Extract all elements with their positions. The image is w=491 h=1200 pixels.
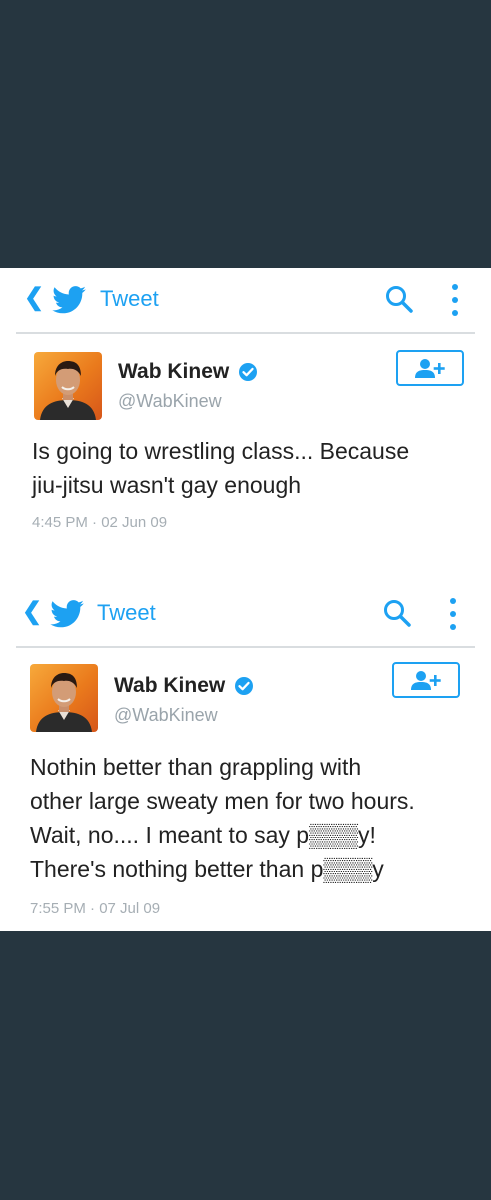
verified-badge-icon xyxy=(235,677,253,695)
tweet-timestamp: 7:55 PM · 07 Jul 09 xyxy=(30,900,161,917)
avatar[interactable] xyxy=(34,352,102,420)
tweet-text-line: Is going to wrestling class... Because xyxy=(32,438,410,464)
tweet-screens: ❮ Tweet Wab Kinew @WabKinew Is going to … xyxy=(0,268,491,931)
search-icon[interactable] xyxy=(382,598,412,628)
follow-button[interactable] xyxy=(396,350,464,386)
add-user-icon xyxy=(415,359,445,378)
author-handle[interactable]: @WabKinew xyxy=(114,704,218,726)
twitter-bird-icon xyxy=(52,286,86,314)
tweet-top-bar: ❮ Tweet xyxy=(0,582,491,648)
screen-title: Tweet xyxy=(100,286,159,311)
screen-title: Tweet xyxy=(97,600,156,625)
more-options-icon[interactable] xyxy=(448,282,462,318)
twitter-bird-icon xyxy=(50,600,84,628)
avatar[interactable] xyxy=(30,664,98,732)
tweet-text-line: Wait, no.... I meant to say p▒▒▒y! xyxy=(30,822,376,848)
divider xyxy=(16,332,475,334)
tweet-timestamp: 4:45 PM · 02 Jun 09 xyxy=(32,514,168,531)
tweet-card: ❮ Tweet xyxy=(0,582,491,917)
tweet-text: Is going to wrestling class... Because j… xyxy=(32,434,472,502)
tweet-text-line: There's nothing better than p▒▒▒y xyxy=(30,856,384,882)
tweet-text-line: jiu-jitsu wasn't gay enough xyxy=(32,472,302,498)
tweet-text-line: other large sweaty men for two hours. xyxy=(30,788,415,814)
divider xyxy=(16,646,475,648)
author-name[interactable]: Wab Kinew xyxy=(118,360,229,384)
chevron-left-icon[interactable]: ❮ xyxy=(24,286,44,310)
tweet-card: ❮ Tweet xyxy=(0,268,491,531)
tweet-text-line: Nothin better than grappling with xyxy=(30,754,362,780)
verified-badge-icon xyxy=(239,363,257,381)
search-icon[interactable] xyxy=(384,284,414,314)
author-name[interactable]: Wab Kinew xyxy=(114,674,225,698)
tweet-text: Nothin better than grappling with other … xyxy=(30,750,470,886)
follow-button[interactable] xyxy=(392,662,460,698)
add-user-icon xyxy=(411,671,441,690)
more-options-icon[interactable] xyxy=(446,596,460,632)
author-handle[interactable]: @WabKinew xyxy=(118,390,222,412)
tweet-top-bar: ❮ Tweet xyxy=(0,268,491,334)
chevron-left-icon[interactable]: ❮ xyxy=(22,600,42,624)
